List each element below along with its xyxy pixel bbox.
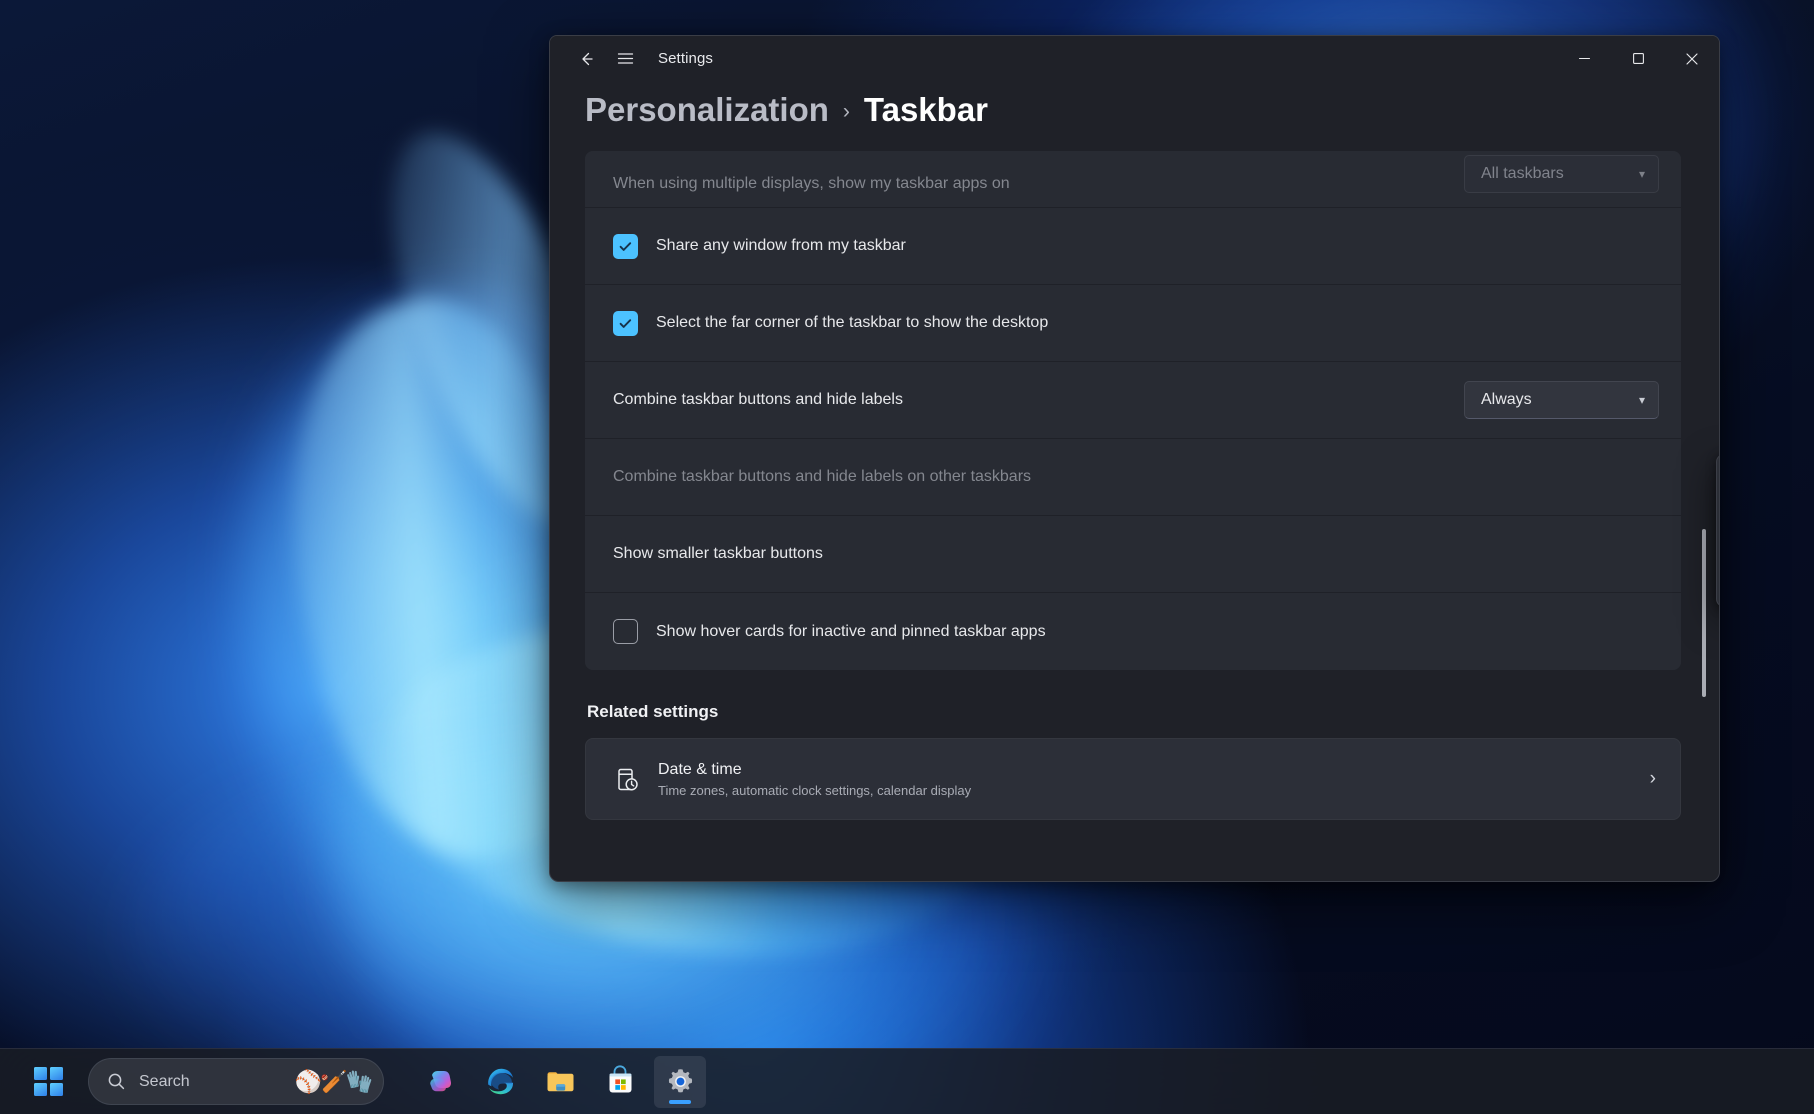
chevron-down-icon: ▾ [1639, 393, 1645, 407]
share-window-checkbox-row[interactable]: Share any window from my taskbar [613, 234, 1659, 259]
setting-row-combine-other-taskbars: Combine taskbar buttons and hide labels … [585, 439, 1681, 516]
setting-row-smaller-taskbar-buttons: Show smaller taskbar buttons [585, 516, 1681, 593]
setting-row-far-corner-desktop: Select the far corner of the taskbar to … [585, 285, 1681, 362]
chevron-down-icon: ▾ [1639, 167, 1645, 181]
breadcrumb: Personalization › Taskbar [550, 81, 1719, 151]
setting-label: Combine taskbar buttons and hide labels … [613, 468, 1659, 486]
setting-row-multiple-displays: When using multiple displays, show my ta… [585, 151, 1681, 208]
close-button[interactable] [1665, 36, 1719, 81]
back-button[interactable] [568, 42, 606, 76]
taskbar-active-indicator [669, 1100, 691, 1104]
breadcrumb-separator-icon: › [843, 100, 850, 124]
window-controls [1557, 36, 1719, 81]
page-title: Taskbar [864, 91, 988, 129]
combo-value: Always [1481, 391, 1532, 409]
setting-label: Show smaller taskbar buttons [613, 545, 1659, 563]
close-icon [1685, 52, 1699, 66]
copilot-icon [424, 1065, 457, 1098]
taskbar-settings-button[interactable] [654, 1056, 706, 1108]
checkbox-checked-icon[interactable] [613, 234, 638, 259]
settings-content-area: When using multiple displays, show my ta… [550, 151, 1719, 881]
setting-label: Share any window from my taskbar [656, 237, 1659, 255]
minimize-icon [1578, 52, 1591, 65]
checkbox-unchecked-icon[interactable] [613, 619, 638, 644]
maximize-button[interactable] [1611, 36, 1665, 81]
settings-gear-icon [665, 1066, 696, 1097]
back-arrow-icon [577, 49, 597, 69]
combo-value: All taskbars [1481, 165, 1564, 183]
chevron-right-icon: › [1650, 768, 1656, 790]
setting-label: Select the far corner of the taskbar to … [656, 314, 1659, 332]
multiple-displays-combo[interactable]: All taskbars ▾ [1464, 155, 1659, 193]
hamburger-menu-icon [616, 49, 635, 68]
window-titlebar: Settings [550, 36, 1719, 81]
taskbar-microsoft-store-button[interactable] [594, 1056, 646, 1108]
setting-label: Combine taskbar buttons and hide labels [613, 391, 1464, 409]
windows-start-icon [34, 1067, 63, 1096]
windows-taskbar: Search ⚾🏏🧤 [0, 1048, 1814, 1114]
checkmark-icon [618, 316, 633, 331]
scrollbar-thumb[interactable] [1702, 529, 1706, 697]
app-title: Settings [658, 50, 713, 67]
settings-window: Settings [549, 35, 1720, 882]
search-baseball-emoji-icon: ⚾🏏🧤 [295, 1069, 371, 1095]
search-input[interactable]: Search [139, 1073, 282, 1091]
checkmark-icon [618, 239, 633, 254]
desktop-wallpaper: Settings [0, 0, 1814, 1114]
start-button[interactable] [22, 1056, 74, 1108]
combine-taskbar-buttons-combo[interactable]: Always ▾ [1464, 381, 1659, 419]
microsoft-store-icon [604, 1065, 637, 1098]
card-title: Date & time [658, 761, 1650, 779]
taskbar-search-box[interactable]: Search ⚾🏏🧤 [88, 1058, 384, 1105]
taskbar-file-explorer-button[interactable] [534, 1056, 586, 1108]
combine-taskbar-buttons-dropdown-flyout: Always Never When taskbar is full [1716, 454, 1720, 607]
far-corner-checkbox-row[interactable]: Select the far corner of the taskbar to … [613, 311, 1659, 336]
content-scrollbar[interactable] [1697, 151, 1711, 881]
setting-label: When using multiple displays, show my ta… [613, 175, 1464, 193]
date-time-card-text: Date & time Time zones, automatic clock … [658, 761, 1650, 798]
checkbox-checked-icon[interactable] [613, 311, 638, 336]
hover-cards-checkbox-row[interactable]: Show hover cards for inactive and pinned… [613, 619, 1659, 644]
breadcrumb-parent-link[interactable]: Personalization [585, 91, 829, 129]
taskbar-copilot-button[interactable] [414, 1056, 466, 1108]
maximize-icon [1632, 52, 1645, 65]
setting-row-combine-taskbar-buttons: Combine taskbar buttons and hide labels … [585, 362, 1681, 439]
search-icon [107, 1072, 126, 1091]
hamburger-menu-button[interactable] [606, 42, 644, 76]
minimize-button[interactable] [1557, 36, 1611, 81]
file-explorer-icon [544, 1065, 577, 1098]
setting-row-share-window: Share any window from my taskbar [585, 208, 1681, 285]
taskbar-edge-button[interactable] [474, 1056, 526, 1108]
taskbar-behaviors-card-group: When using multiple displays, show my ta… [585, 151, 1681, 670]
date-time-link-card[interactable]: Date & time Time zones, automatic clock … [585, 738, 1681, 820]
setting-row-hover-cards: Show hover cards for inactive and pinned… [585, 593, 1681, 670]
setting-label: Show hover cards for inactive and pinned… [656, 623, 1659, 641]
date-time-clock-icon [614, 766, 658, 793]
card-subtitle: Time zones, automatic clock settings, ca… [658, 783, 1650, 798]
edge-browser-icon [484, 1065, 517, 1098]
related-settings-heading: Related settings [585, 670, 1681, 738]
